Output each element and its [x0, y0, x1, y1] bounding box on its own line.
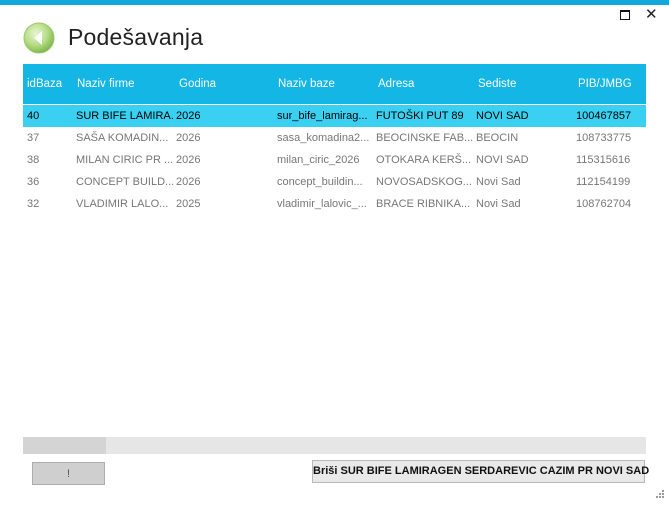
- cell-adresa: FUTOŠKI PUT 89: [376, 110, 464, 122]
- cell-adresa: NOVOSADSKOG...: [376, 176, 472, 188]
- cell-baza: milan_ciric_2026: [277, 154, 360, 166]
- grid-header: idBaza Naziv firme Godina Naziv baze Adr…: [23, 64, 646, 104]
- cell-baza: concept_buildin...: [277, 176, 363, 188]
- cell-baza: sur_bife_lamirag...: [277, 110, 368, 122]
- cell-pib: 108762704: [576, 198, 632, 210]
- database-grid[interactable]: idBaza Naziv firme Godina Naziv baze Adr…: [23, 64, 646, 437]
- back-arrow-icon: [23, 22, 55, 54]
- cell-sediste: NOVI SAD: [476, 110, 529, 122]
- cell-firma: SUR BIFE LAMIRA...: [76, 110, 174, 122]
- resize-grip-icon[interactable]: [655, 489, 665, 499]
- table-row[interactable]: 37 SAŠA KOMADIN... 2026 sasa_komadina2..…: [23, 127, 646, 149]
- column-header-godina[interactable]: Godina: [179, 64, 216, 104]
- back-button[interactable]: [23, 22, 55, 54]
- cell-adresa: BRACE RIBNIKA...: [376, 198, 471, 210]
- cell-idbaza: 36: [27, 176, 40, 188]
- close-icon: ✕: [645, 6, 658, 23]
- horizontal-scrollbar[interactable]: [23, 437, 646, 454]
- cell-pib: 100467857: [576, 110, 632, 122]
- column-header-naziv-firme[interactable]: Naziv firme: [77, 64, 135, 104]
- cell-idbaza: 37: [27, 132, 40, 144]
- exclamation-button[interactable]: !: [32, 462, 105, 485]
- cell-idbaza: 40: [27, 110, 40, 122]
- table-row[interactable]: 36 CONCEPT BUILD... 2026 concept_buildin…: [23, 171, 646, 193]
- cell-adresa: OTOKARA KERŠ...: [376, 154, 472, 166]
- cell-adresa: BEOCINSKE FAB...: [376, 132, 474, 144]
- cell-baza: vladimir_lalovic_...: [277, 198, 367, 210]
- cell-firma: VLADIMIR LALO...: [76, 198, 169, 210]
- table-row[interactable]: 32 VLADIMIR LALO... 2025 vladimir_lalovi…: [23, 193, 646, 215]
- window-top-accent: [0, 0, 669, 5]
- page-title: Podešavanja: [68, 24, 204, 50]
- cell-pib: 115315616: [576, 154, 631, 166]
- maximize-icon: [620, 10, 630, 20]
- cell-godina: 2026: [176, 110, 201, 122]
- cell-godina: 2026: [176, 132, 201, 144]
- cell-firma: SAŠA KOMADIN...: [76, 132, 169, 144]
- scrollbar-thumb[interactable]: [23, 437, 106, 454]
- column-header-adresa[interactable]: Adresa: [378, 64, 414, 104]
- column-header-sediste[interactable]: Sediste: [478, 64, 516, 104]
- cell-idbaza: 38: [27, 154, 40, 166]
- cell-godina: 2026: [176, 176, 201, 188]
- cell-godina: 2026: [176, 154, 201, 166]
- column-header-idbaza[interactable]: idBaza: [27, 64, 62, 104]
- cell-sediste: Novi Sad: [476, 176, 521, 188]
- maximize-button[interactable]: [619, 9, 631, 21]
- cell-firma: CONCEPT BUILD...: [76, 176, 174, 188]
- cell-pib: 108733775: [576, 132, 632, 144]
- column-header-naziv-baze[interactable]: Naziv baze: [278, 64, 335, 104]
- close-button[interactable]: ✕: [645, 6, 658, 23]
- cell-sediste: Novi Sad: [476, 198, 521, 210]
- cell-firma: MILAN CIRIC PR ...: [76, 154, 174, 166]
- table-row[interactable]: 38 MILAN CIRIC PR ... 2026 milan_ciric_2…: [23, 149, 646, 171]
- cell-idbaza: 32: [27, 198, 40, 210]
- cell-sediste: NOVI SAD: [476, 154, 529, 166]
- column-header-pib-jmbg[interactable]: PIB/JMBG: [578, 64, 632, 104]
- cell-pib: 112154199: [576, 176, 631, 188]
- cell-godina: 2025: [176, 198, 201, 210]
- delete-database-button[interactable]: Briši SUR BIFE LAMIRAGEN SERDAREVIC CAZI…: [312, 460, 649, 483]
- cell-sediste: BEOCIN: [476, 132, 519, 144]
- cell-baza: sasa_komadina2...: [277, 132, 370, 144]
- table-row[interactable]: 40 SUR BIFE LAMIRA... 2026 sur_bife_lami…: [23, 105, 646, 127]
